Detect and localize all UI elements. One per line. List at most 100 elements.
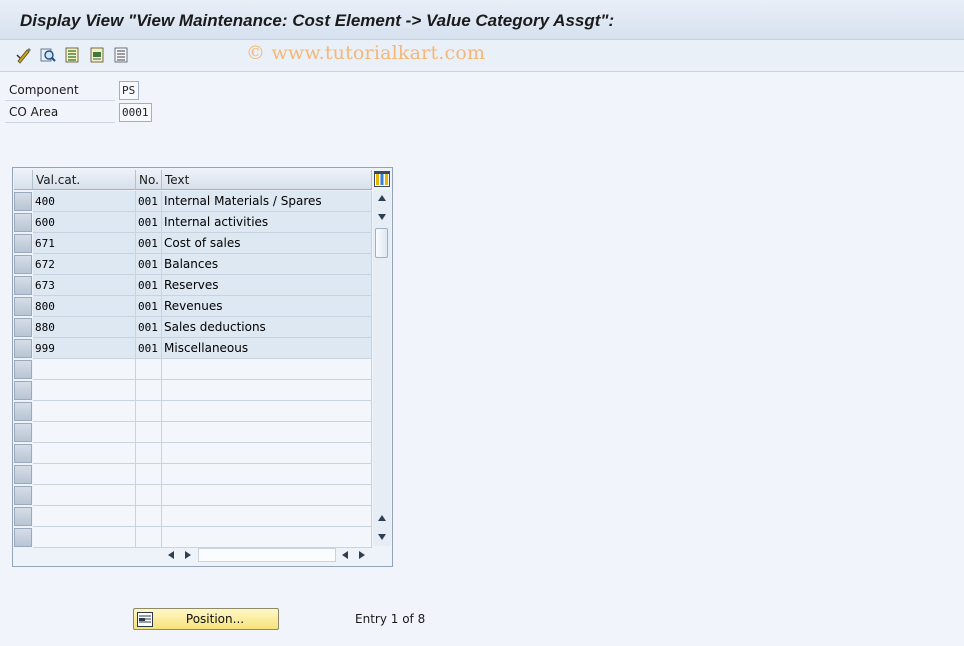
cell-no: 001 [136,338,162,359]
row-selector[interactable] [14,339,32,358]
table-row[interactable] [13,401,372,422]
cell-valcat: 800 [33,296,136,317]
scroll-down-icon[interactable] [378,534,386,540]
cell-text: Balances [162,254,372,275]
title-bar: Display View "View Maintenance: Cost Ele… [0,0,964,40]
cell-valcat [33,380,136,401]
position-button[interactable]: Position... [133,608,279,630]
table-row[interactable] [13,422,372,443]
row-selector[interactable] [14,318,32,337]
cell-no: 001 [136,296,162,317]
display-change-icon[interactable] [15,46,33,64]
cell-no: 001 [136,275,162,296]
table-row[interactable] [13,443,372,464]
cell-no: 001 [136,233,162,254]
row-selector[interactable] [14,360,32,379]
cell-no [136,485,162,506]
table-row[interactable]: 673 001 Reserves [13,275,372,296]
row-selector[interactable] [14,486,32,505]
cell-text [162,527,372,548]
scroll-right-icon[interactable] [185,551,191,559]
table-row[interactable]: 672 001 Balances [13,254,372,275]
cell-no: 001 [136,254,162,275]
table-row[interactable] [13,506,372,527]
select-all-rows-corner[interactable] [14,170,33,190]
row-selector[interactable] [14,381,32,400]
select-block-icon[interactable] [88,46,106,64]
cell-text: Cost of sales [162,233,372,254]
watermark: © www.tutorialkart.com [246,42,486,64]
table-row[interactable] [13,359,372,380]
scroll-far-left-icon[interactable] [342,551,348,559]
scroll-far-right-icon[interactable] [359,551,365,559]
cell-valcat: 671 [33,233,136,254]
cell-text [162,443,372,464]
row-selector[interactable] [14,465,32,484]
entry-counter: Entry 1 of 8 [355,612,426,626]
cell-no [136,443,162,464]
row-selector[interactable] [14,297,32,316]
row-selector[interactable] [14,234,32,253]
table-settings-icon[interactable] [374,171,390,187]
cell-text: Revenues [162,296,372,317]
cell-text: Internal Materials / Spares [162,191,372,212]
horizontal-scrollbar[interactable] [198,548,336,562]
scroll-page-down-icon[interactable] [378,214,386,220]
select-all-icon[interactable] [63,46,81,64]
column-header-text[interactable]: Text [162,170,372,190]
row-selector[interactable] [14,255,32,274]
cell-no: 001 [136,212,162,233]
cell-text [162,506,372,527]
row-selector[interactable] [14,276,32,295]
scroll-up-icon[interactable] [378,195,386,201]
table-row[interactable]: 800 001 Revenues [13,296,372,317]
cell-valcat [33,401,136,422]
column-header-valcat[interactable]: Val.cat. [33,170,136,190]
cell-valcat [33,464,136,485]
component-field[interactable]: PS [119,81,139,100]
scroll-page-up-icon[interactable] [378,515,386,521]
table-row[interactable] [13,485,372,506]
cell-text: Internal activities [162,212,372,233]
table-row[interactable] [13,464,372,485]
table-row[interactable]: 999 001 Miscellaneous [13,338,372,359]
cell-valcat [33,527,136,548]
cell-text [162,422,372,443]
scroll-thumb[interactable] [375,228,388,258]
row-selector[interactable] [14,423,32,442]
cell-no [136,527,162,548]
row-selector[interactable] [14,528,32,547]
cell-valcat [33,359,136,380]
cell-no [136,359,162,380]
find-icon[interactable] [39,46,57,64]
row-selector[interactable] [14,213,32,232]
cell-valcat [33,506,136,527]
cell-valcat: 672 [33,254,136,275]
cell-text [162,485,372,506]
cell-text [162,401,372,422]
cell-no [136,401,162,422]
table-row[interactable] [13,380,372,401]
cell-text: Reserves [162,275,372,296]
row-selector[interactable] [14,444,32,463]
row-selector[interactable] [14,192,32,211]
row-selector[interactable] [14,402,32,421]
cell-no [136,506,162,527]
table-row[interactable] [13,527,372,548]
cell-no [136,422,162,443]
position-button-label: Position... [185,612,245,626]
deselect-all-icon[interactable] [112,46,130,64]
column-header-no[interactable]: No. [136,170,162,190]
table-row[interactable]: 400 001 Internal Materials / Spares [13,191,372,212]
co-area-field[interactable]: 0001 [119,103,152,122]
scroll-left-icon[interactable] [168,551,174,559]
table-row[interactable]: 671 001 Cost of sales [13,233,372,254]
cell-valcat [33,443,136,464]
row-selector[interactable] [14,507,32,526]
table-row[interactable]: 880 001 Sales deductions [13,317,372,338]
cell-valcat: 673 [33,275,136,296]
vertical-scrollbar[interactable] [373,190,391,546]
cell-no: 001 [136,317,162,338]
cell-valcat: 600 [33,212,136,233]
table-row[interactable]: 600 001 Internal activities [13,212,372,233]
